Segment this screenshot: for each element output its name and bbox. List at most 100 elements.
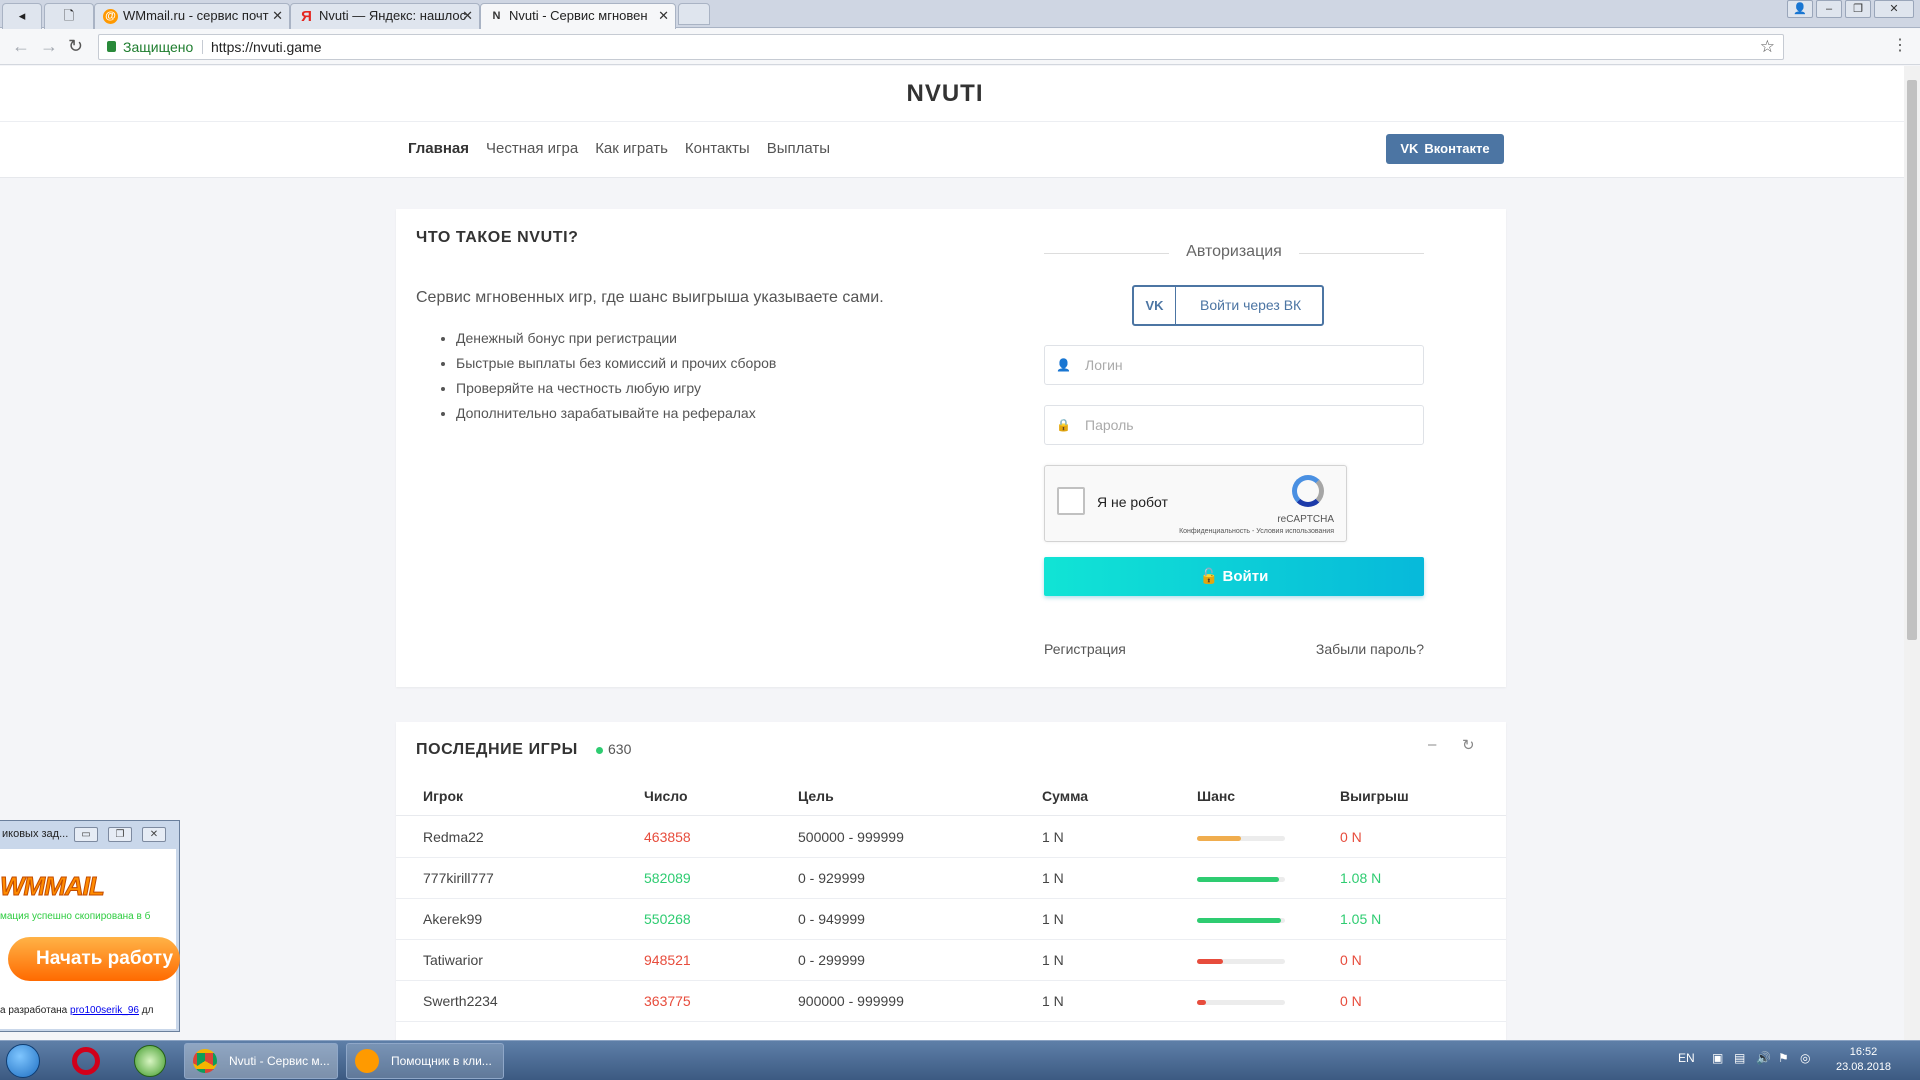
nav-how-to-play[interactable]: Как играть xyxy=(595,140,668,157)
close-icon[interactable]: ✕ xyxy=(658,4,669,28)
network-icon[interactable]: ▤ xyxy=(1734,1051,1745,1065)
back-arrow-icon[interactable]: ← xyxy=(12,36,30,56)
close-icon[interactable]: ✕ xyxy=(272,4,283,28)
tab-yandex[interactable]: Я Nvuti — Яндекс: нашлос ✕ xyxy=(290,3,480,29)
taskbar-item-wmmail[interactable]: Помощник в кли... xyxy=(346,1043,504,1079)
author-link[interactable]: pro100serik_96 xyxy=(70,1005,139,1016)
captcha-brand: reCAPTCHA xyxy=(1277,514,1334,525)
close-icon[interactable]: ✕ xyxy=(462,4,473,28)
login-input[interactable] xyxy=(1085,354,1405,376)
tab-back-arrow[interactable]: ◂ xyxy=(2,3,42,29)
column-header: Игрок xyxy=(423,788,464,804)
credits-prefix: а разработана xyxy=(0,1005,68,1016)
captcha-terms[interactable]: Конфиденциальность - Условия использован… xyxy=(1179,528,1334,535)
star-icon[interactable]: ☆ xyxy=(1760,35,1775,59)
vk-login-button[interactable]: VK Войти через ВК xyxy=(1132,285,1324,326)
login-field[interactable]: 👤 xyxy=(1044,345,1424,385)
minimize-button[interactable]: – xyxy=(1816,0,1842,18)
tab-wmmail[interactable]: @ WMmail.ru - сервис почт ✕ xyxy=(94,3,290,29)
collapse-icon[interactable]: – xyxy=(1428,736,1436,753)
player-cell: 777kirill777 xyxy=(423,870,494,886)
register-link[interactable]: Регистрация xyxy=(1044,641,1126,657)
number-cell: 948521 xyxy=(644,952,691,968)
credits-text: а разработана pro100serik_96 дл xyxy=(0,1005,153,1016)
games-title: ПОСЛЕДНИЕ ИГРЫ xyxy=(416,741,578,758)
close-button[interactable]: ✕ xyxy=(142,827,166,842)
start-button[interactable] xyxy=(6,1044,40,1078)
status-text: мация успешно скопирована в б xyxy=(0,911,151,922)
about-lead: Сервис мгновенных игр, где шанс выигрыша… xyxy=(416,289,884,306)
about-title: ЧТО ТАКОЕ NVUTI? xyxy=(416,229,579,246)
online-count: 630 xyxy=(608,741,632,757)
player-cell: Swerth2234 xyxy=(423,993,498,1009)
player-cell: Akerek99 xyxy=(423,911,483,927)
system-clock[interactable]: 16:52 23.08.2018 xyxy=(1836,1045,1891,1075)
nav-payouts[interactable]: Выплаты xyxy=(767,140,830,157)
secure-label: Защищено xyxy=(123,39,194,55)
vk-button-label: Вконтакте xyxy=(1424,141,1490,156)
nav-contacts[interactable]: Контакты xyxy=(685,140,750,157)
url-text[interactable]: https://nvuti.game xyxy=(211,35,322,59)
minimize-button[interactable]: ▭ xyxy=(74,827,98,842)
site-logo[interactable]: NVUTI xyxy=(0,80,1890,108)
forgot-password-link[interactable]: Забыли пароль? xyxy=(1316,641,1424,657)
nvidia-icon[interactable]: ▣ xyxy=(1712,1051,1723,1065)
maximize-button[interactable]: ❐ xyxy=(108,827,132,842)
wmmail-icon xyxy=(355,1049,379,1073)
column-header: Цель xyxy=(798,788,834,804)
table-header: Игрок Число Цель Сумма Шанс Выигрыш xyxy=(396,776,1506,816)
sum-cell: 1 N xyxy=(1042,911,1064,927)
page-viewport: NVUTI Главная Честная игра Как играть Ко… xyxy=(0,66,1904,1040)
tab-nvuti[interactable]: N Nvuti - Сервис мгновен ✕ xyxy=(480,3,676,29)
unlock-icon: 🔓 xyxy=(1199,568,1219,585)
nav-home[interactable]: Главная xyxy=(408,140,469,157)
table-row: Akerek99 550268 0 - 949999 1 N 1.05 N xyxy=(396,899,1506,940)
clock-gadget-icon[interactable] xyxy=(134,1045,166,1077)
about-auth-card: ЧТО ТАКОЕ NVUTI? Сервис мгновенных игр, … xyxy=(396,209,1506,687)
sum-cell: 1 N xyxy=(1042,829,1064,845)
volume-icon[interactable]: 🔊 xyxy=(1756,1051,1771,1065)
close-window-button[interactable]: ✕ xyxy=(1874,0,1914,18)
chance-bar-fill xyxy=(1197,959,1224,964)
refresh-icon[interactable]: ↻ xyxy=(1462,736,1475,754)
payout-cell: 0 N xyxy=(1340,829,1362,845)
search-tray-icon[interactable]: ◎ xyxy=(1800,1051,1810,1065)
reload-icon[interactable]: ↻ xyxy=(68,36,83,56)
column-header: Выигрыш xyxy=(1340,788,1409,804)
password-input[interactable] xyxy=(1085,414,1405,436)
start-work-button[interactable]: Начать работу xyxy=(8,937,180,981)
recaptcha-widget: Я не робот reCAPTCHA Конфиденциальность … xyxy=(1044,465,1347,542)
profile-icon[interactable]: 👤 xyxy=(1787,0,1813,18)
nav-fair-game[interactable]: Честная игра xyxy=(486,140,578,157)
password-field[interactable]: 🔒 xyxy=(1044,405,1424,445)
divider xyxy=(0,121,1904,122)
maximize-button[interactable]: ❐ xyxy=(1845,0,1871,18)
opera-icon[interactable] xyxy=(72,1047,100,1075)
clock-date: 23.08.2018 xyxy=(1836,1061,1892,1073)
flag-icon[interactable]: ⚑ xyxy=(1778,1051,1789,1065)
wmmail-logo: WMMAIL xyxy=(0,871,105,902)
sum-cell: 1 N xyxy=(1042,952,1064,968)
recaptcha-icon xyxy=(1292,475,1324,507)
language-indicator[interactable]: EN xyxy=(1678,1051,1695,1065)
chance-bar-fill xyxy=(1197,836,1241,841)
captcha-checkbox[interactable] xyxy=(1057,487,1085,515)
list-item: Проверяйте на честность любую игру xyxy=(456,376,776,401)
taskbar-item-chrome[interactable]: Nvuti - Сервис м... xyxy=(184,1043,338,1079)
forward-arrow-icon[interactable]: → xyxy=(40,36,58,56)
sum-cell: 1 N xyxy=(1042,993,1064,1009)
about-bullets: Денежный бонус при регистрации Быстрые в… xyxy=(456,326,776,426)
tab-blank[interactable]: 🗋 xyxy=(44,3,94,29)
page-scrollbar[interactable] xyxy=(1904,66,1920,1040)
url-field[interactable]: Защищено https://nvuti.game ☆ xyxy=(98,34,1784,60)
new-tab-button[interactable] xyxy=(678,3,710,25)
scrollbar-thumb[interactable] xyxy=(1907,80,1917,640)
column-header: Шанс xyxy=(1197,788,1236,804)
menu-icon[interactable]: ⋮ xyxy=(1892,35,1908,55)
chance-bar xyxy=(1197,918,1285,923)
payout-cell: 1.05 N xyxy=(1340,911,1382,927)
vk-group-button[interactable]: VK Вконтакте xyxy=(1386,134,1504,164)
login-button[interactable]: 🔓 Войти xyxy=(1044,557,1424,596)
number-cell: 363775 xyxy=(644,993,691,1009)
online-indicator-icon xyxy=(596,747,603,754)
